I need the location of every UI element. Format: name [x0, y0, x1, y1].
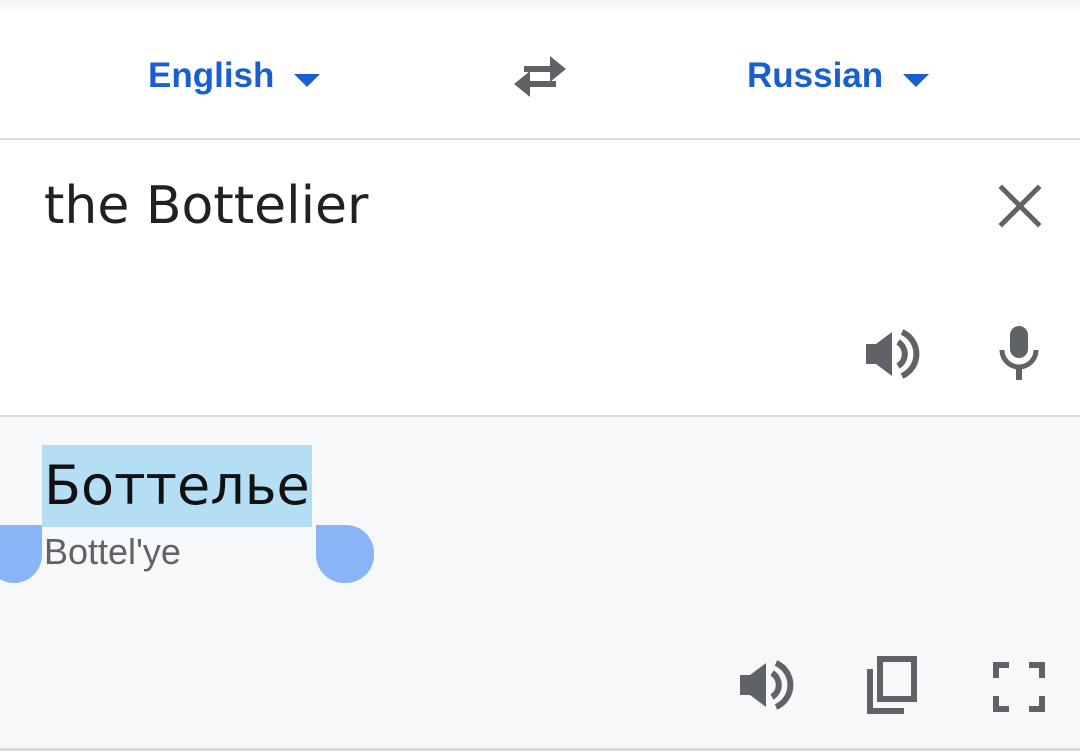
- speaker-icon: [866, 329, 920, 379]
- top-shadow: [0, 0, 1080, 14]
- swap-languages-button[interactable]: [510, 50, 570, 102]
- speaker-icon: [740, 660, 794, 710]
- voice-input-button[interactable]: [994, 324, 1044, 384]
- swap-languages-icon: [514, 56, 566, 97]
- translation-output-panel: Боттелье Bottel'ye: [0, 417, 1080, 751]
- source-language-button[interactable]: English: [148, 14, 321, 138]
- clear-input-button[interactable]: [994, 180, 1046, 232]
- transliteration-text: Bottel'ye: [44, 531, 181, 572]
- caret-down-icon: [903, 73, 930, 87]
- copy-icon: [867, 656, 917, 714]
- translation-text[interactable]: Боттелье: [42, 445, 312, 527]
- source-input-panel[interactable]: the Bottelier: [0, 140, 1080, 417]
- fullscreen-button[interactable]: [990, 659, 1048, 715]
- translate-app: English Russian the Bottelier Боттелье B…: [0, 0, 1080, 756]
- selection-handle-start[interactable]: [0, 525, 42, 583]
- copy-translation-button[interactable]: [864, 655, 920, 717]
- target-language-label: Russian: [747, 56, 884, 95]
- caret-down-icon: [294, 73, 321, 87]
- source-text[interactable]: the Bottelier: [44, 176, 368, 236]
- selection-handle-end[interactable]: [316, 525, 374, 583]
- listen-translation-button[interactable]: [736, 657, 796, 713]
- fullscreen-icon: [993, 662, 1045, 712]
- language-bar: English Russian: [0, 14, 1080, 140]
- close-icon: [998, 184, 1042, 228]
- listen-source-button[interactable]: [862, 326, 922, 382]
- source-language-label: English: [148, 56, 275, 95]
- microphone-icon: [999, 326, 1039, 380]
- target-language-button[interactable]: Russian: [747, 14, 930, 138]
